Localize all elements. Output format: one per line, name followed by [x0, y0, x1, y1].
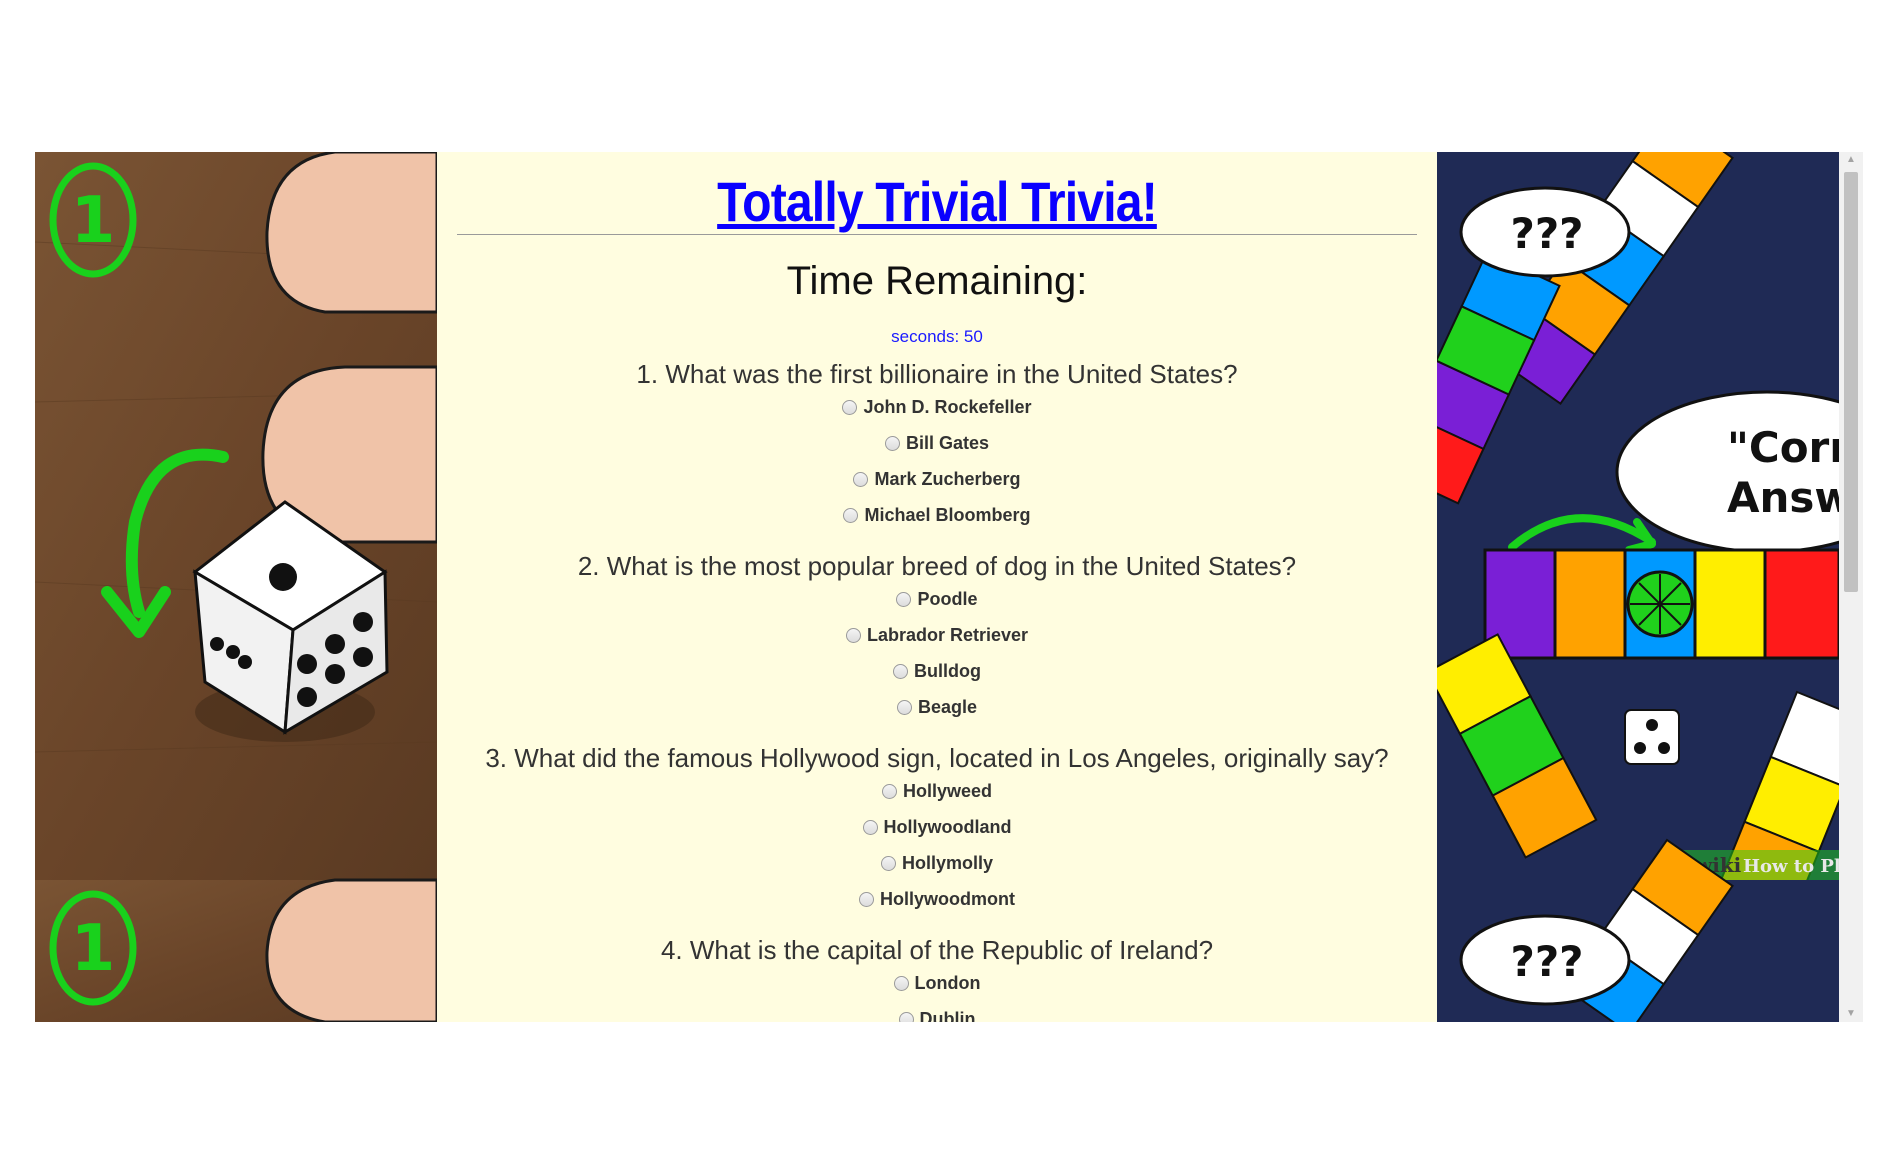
answer-option-label: John D. Rockefeller: [863, 396, 1032, 417]
answer-option-label: Dublin: [919, 1008, 976, 1023]
answer-radio-button[interactable]: [880, 855, 896, 871]
answer-radio-button[interactable]: [859, 891, 874, 907]
callout-text-line2: Answ: [1727, 473, 1839, 522]
callout-text-line1: "Corr: [1727, 423, 1839, 472]
answer-radio-button[interactable]: [896, 699, 912, 715]
answer-option[interactable]: London: [437, 965, 1437, 1001]
question-bubble-text: ???: [1510, 209, 1583, 258]
answer-option[interactable]: Hollymolly: [437, 845, 1437, 881]
left-background-tile: 1 1: [35, 152, 437, 1022]
answer-radio-button[interactable]: [898, 1011, 914, 1022]
answer-option-label: Beagle: [917, 696, 978, 717]
step-number-text-repeat: 1: [71, 912, 116, 986]
answer-option-label: Labrador Retriever: [866, 624, 1029, 645]
answer-radio-button[interactable]: [893, 663, 908, 679]
answer-radio-button[interactable]: [893, 975, 909, 991]
scroll-down-arrow-icon[interactable]: ▼: [1839, 1006, 1863, 1022]
browser-viewport: 1 1 Totally Trivial Trivia! Time Remaini…: [35, 152, 1863, 1022]
answer-option[interactable]: Mark Zucherberg: [437, 461, 1437, 497]
timer-heading: Time Remaining:: [786, 259, 1088, 303]
answer-option[interactable]: Labrador Retriever: [437, 617, 1437, 653]
question-block: 1. What was the first billionaire in the…: [437, 359, 1437, 533]
answer-option-label: London: [914, 972, 981, 993]
question-list: 1. What was the first billionaire in the…: [437, 359, 1437, 1022]
answer-option-label: Bulldog: [914, 660, 981, 681]
answer-radio-button[interactable]: [843, 507, 859, 523]
vertical-scrollbar[interactable]: ▲ ▼: [1839, 152, 1863, 1022]
answer-option[interactable]: Bill Gates: [437, 425, 1437, 461]
question-block: 2. What is the most popular breed of dog…: [437, 551, 1437, 725]
answer-option[interactable]: Hollyweed: [437, 773, 1437, 809]
answer-option[interactable]: John D. Rockefeller: [437, 389, 1437, 425]
answer-radio-button[interactable]: [884, 435, 900, 451]
question-bubble-text-repeat: ???: [1510, 937, 1583, 986]
question-text: 1. What was the first billionaire in the…: [636, 359, 1238, 389]
answer-radio-button[interactable]: [862, 819, 878, 835]
answer-option-label: Hollywoodmont: [880, 888, 1015, 909]
question-text: 3. What did the famous Hollywood sign, l…: [485, 743, 1389, 773]
answer-option-label: Poodle: [917, 588, 978, 609]
game-board-illustration: ??? "Corr Answ wiki How to Pl ???: [1437, 152, 1839, 1022]
answer-radio-button[interactable]: [842, 399, 858, 415]
page-title: Totally Trivial Trivia!: [717, 170, 1158, 233]
timer-countdown: seconds: 50: [891, 327, 983, 346]
answer-option-label: Mark Zucherberg: [874, 468, 1021, 489]
step-number-text: 1: [71, 184, 116, 258]
answer-radio-button[interactable]: [881, 783, 897, 799]
answer-option-label: Bill Gates: [905, 432, 990, 453]
scrollbar-thumb[interactable]: [1844, 172, 1858, 592]
answer-option[interactable]: Michael Bloomberg: [437, 497, 1437, 533]
answer-option-label: Michael Bloomberg: [864, 504, 1031, 525]
answer-option-label: Hollymolly: [901, 852, 994, 873]
question-block: 4. What is the capital of the Republic o…: [437, 935, 1437, 1022]
dice-roll-illustration: 1 1: [35, 152, 437, 1022]
watermark-rest-text: How to Pla: [1743, 856, 1839, 877]
question-text: 2. What is the most popular breed of dog…: [577, 551, 1297, 581]
scroll-up-arrow-icon[interactable]: ▲: [1839, 152, 1863, 168]
answer-option[interactable]: Dublin: [437, 1001, 1437, 1022]
title-divider: [457, 234, 1417, 235]
quiz-content: Totally Trivial Trivia! Time Remaining: …: [437, 152, 1437, 1022]
answer-option[interactable]: Hollywoodmont: [437, 881, 1437, 917]
answer-option[interactable]: Bulldog: [437, 653, 1437, 689]
answer-option-label: Hollyweed: [902, 780, 993, 801]
answer-radio-button[interactable]: [853, 471, 869, 487]
answer-option[interactable]: Hollywoodland: [437, 809, 1437, 845]
question-block: 3. What did the famous Hollywood sign, l…: [437, 743, 1437, 917]
question-text: 4. What is the capital of the Republic o…: [660, 935, 1214, 965]
answer-option[interactable]: Poodle: [437, 581, 1437, 617]
answer-option-label: Hollywoodland: [883, 816, 1012, 837]
answer-option[interactable]: Beagle: [437, 689, 1437, 725]
right-background-tile: ??? "Corr Answ wiki How to Pl ???: [1437, 152, 1839, 1022]
answer-radio-button[interactable]: [896, 591, 912, 607]
answer-radio-button[interactable]: [845, 627, 861, 643]
